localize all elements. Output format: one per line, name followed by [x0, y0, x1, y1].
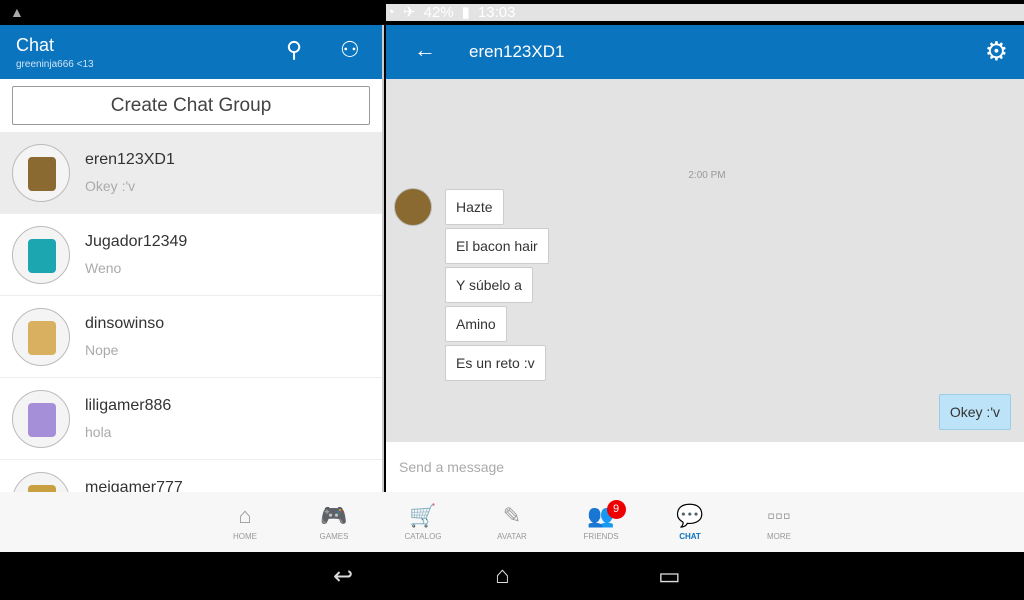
- nav-tab-games[interactable]: 🎮 GAMES: [290, 492, 379, 552]
- last-message: Nope: [85, 342, 119, 358]
- avatar: [12, 226, 70, 284]
- conversation-name: meigamer777: [85, 479, 183, 492]
- incoming-message: Hazte: [445, 189, 504, 225]
- nav-tab-friends[interactable]: 👥 9 FRIENDS: [557, 492, 646, 552]
- avatar: [12, 472, 70, 492]
- nav-tab-catalog[interactable]: 🛒 CATALOG: [379, 492, 468, 552]
- clock: 13:03: [477, 4, 516, 21]
- conversation-name: liligamer886: [85, 397, 172, 414]
- last-message: Okey :'v: [85, 178, 136, 194]
- nav-tab-label: FRIENDS: [583, 532, 619, 541]
- nav-tab-chat[interactable]: 💬 CHAT: [646, 492, 735, 552]
- home-button[interactable]: ⌂: [495, 562, 510, 590]
- chat-panel: ← eren123XD1 ⚙ 2:00 PM Hazte El bacon hai…: [386, 25, 1024, 492]
- battery-icon: ▮: [461, 4, 470, 21]
- system-nav-bar: ↩ ⌂ ▭: [0, 552, 1024, 600]
- nav-tab-more[interactable]: ▫▫▫ MORE: [735, 492, 824, 552]
- last-message: hola: [85, 424, 112, 440]
- outgoing-message: Okey :'v: [938, 394, 1011, 430]
- home-icon: ⌂: [238, 503, 252, 528]
- games-icon: 🎮: [320, 503, 348, 528]
- recents-button[interactable]: ▭: [658, 562, 681, 591]
- last-message: Weno: [85, 260, 122, 276]
- add-friends-icon[interactable]: ⚇: [340, 37, 360, 63]
- wifi-icon: ◔: [386, 4, 396, 21]
- incoming-message: Es un reto :v: [445, 345, 546, 381]
- nav-tab-label: HOME: [233, 532, 257, 541]
- warning-icon: ▲: [10, 4, 24, 20]
- conversation-item[interactable]: dinsowinso Nope: [0, 296, 382, 378]
- chat-title: eren123XD1: [469, 42, 565, 61]
- nav-tab-avatar[interactable]: ✎ AVATAR: [468, 492, 557, 552]
- chat-icon: 💬: [676, 503, 704, 528]
- conversation-item[interactable]: meigamer777: [0, 460, 382, 492]
- conversation-name: eren123XD1: [85, 151, 175, 168]
- conversation-list[interactable]: eren123XD1 Okey :'v Jugador12349 Weno di…: [0, 132, 382, 492]
- nav-tab-label: MORE: [767, 532, 791, 541]
- avatar-icon: ✎: [502, 503, 522, 528]
- back-button[interactable]: ↩: [333, 562, 353, 591]
- sidebar-header: Chat greeninja666 <13 ⚲ ⚇: [0, 25, 382, 79]
- airplane-icon: ✈: [403, 4, 416, 21]
- conversation-name: Jugador12349: [85, 233, 188, 250]
- back-arrow-icon[interactable]: ←: [414, 37, 436, 63]
- avatar: [12, 308, 70, 366]
- status-bar: ▲ ◔ ✈ 42% ▮ 13:03: [0, 0, 1024, 25]
- bottom-nav: ⌂ HOME 🎮 GAMES 🛒 CATALOG ✎ AVATAR 👥 9 FR…: [0, 492, 1024, 552]
- settings-gear-icon[interactable]: ⚙: [985, 36, 1008, 66]
- create-chat-group-button[interactable]: Create Chat Group: [12, 86, 370, 125]
- incoming-message: Amino: [445, 306, 507, 342]
- conversation-name: dinsowinso: [85, 315, 165, 332]
- username: greeninja666 <13: [16, 59, 94, 70]
- incoming-message: Y súbelo a: [445, 267, 533, 303]
- catalog-icon: 🛒: [409, 503, 437, 528]
- search-icon[interactable]: ⚲: [286, 37, 302, 63]
- chat-sidebar: Chat greeninja666 <13 ⚲ ⚇ Create Chat Gr…: [0, 25, 384, 492]
- more-icon: ▫▫▫: [767, 503, 791, 528]
- sender-avatar: [394, 188, 432, 226]
- avatar: [12, 390, 70, 448]
- conversation-item[interactable]: Jugador12349 Weno: [0, 214, 382, 296]
- nav-tab-label: CATALOG: [404, 532, 442, 541]
- conversation-item[interactable]: liligamer886 hola: [0, 378, 382, 460]
- nav-tab-label: AVATAR: [497, 532, 527, 541]
- chat-header: ← eren123XD1 ⚙: [386, 25, 1024, 79]
- nav-tab-label: GAMES: [319, 532, 349, 541]
- friends-icon: 👥: [587, 503, 615, 528]
- conversation-item[interactable]: eren123XD1 Okey :'v: [0, 132, 382, 214]
- sidebar-title: Chat: [16, 35, 55, 55]
- notification-badge: 9: [606, 500, 626, 519]
- message-input[interactable]: Send a message: [386, 442, 1024, 492]
- nav-tab-label: CHAT: [679, 532, 701, 541]
- battery-level: 42%: [423, 4, 454, 21]
- avatar: [12, 144, 70, 202]
- timestamp: 2:00 PM: [688, 170, 726, 181]
- nav-tab-home[interactable]: ⌂ HOME: [201, 492, 290, 552]
- incoming-message: El bacon hair: [445, 228, 549, 264]
